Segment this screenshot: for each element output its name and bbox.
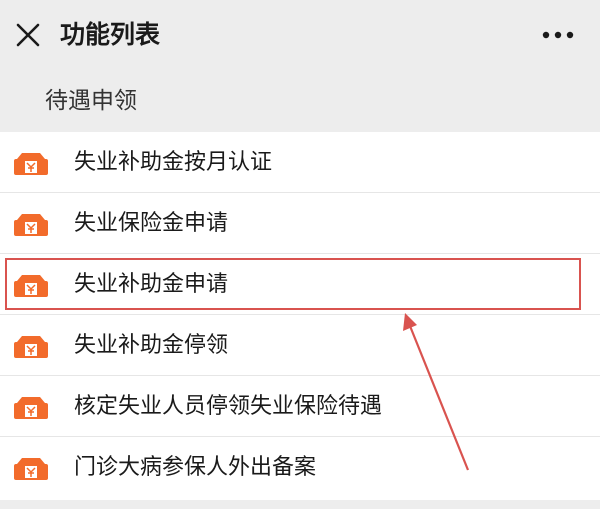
page-title: 功能列表 (60, 20, 161, 49)
item-label: 核定失业人员停领失业保险待遇 (74, 394, 383, 419)
item-label: 失业补助金停领 (74, 333, 229, 358)
wallet-icon (14, 336, 48, 358)
list-item[interactable]: 失业补助金申请 (0, 254, 600, 315)
wallet-icon (14, 458, 48, 480)
item-label: 失业补助金申请 (74, 272, 229, 297)
wallet-icon (14, 275, 48, 297)
more-dots-icon (542, 31, 574, 39)
close-button[interactable] (10, 17, 46, 53)
wallet-icon (14, 214, 48, 236)
wallet-icon (14, 397, 48, 419)
nav-bar: 功能列表 (0, 0, 600, 70)
more-button[interactable] (536, 17, 580, 53)
list-item[interactable]: 核定失业人员停领失业保险待遇 (0, 376, 600, 437)
wallet-icon (14, 153, 48, 175)
section-header: 待遇申领 (0, 70, 600, 132)
close-icon (16, 23, 40, 47)
item-label: 门诊大病参保人外出备案 (74, 455, 317, 480)
list-item[interactable]: 失业补助金按月认证 (0, 132, 600, 193)
function-list: 失业补助金按月认证 失业保险金申请 失业补助金申请 失业补助金停领 核定失业人员… (0, 132, 600, 500)
bottom-strip (0, 500, 600, 509)
item-label: 失业保险金申请 (74, 211, 229, 236)
section-title: 待遇申领 (45, 88, 137, 114)
item-label: 失业补助金按月认证 (74, 150, 273, 175)
list-item[interactable]: 门诊大病参保人外出备案 (0, 437, 600, 498)
list-item[interactable]: 失业补助金停领 (0, 315, 600, 376)
list-item[interactable]: 失业保险金申请 (0, 193, 600, 254)
